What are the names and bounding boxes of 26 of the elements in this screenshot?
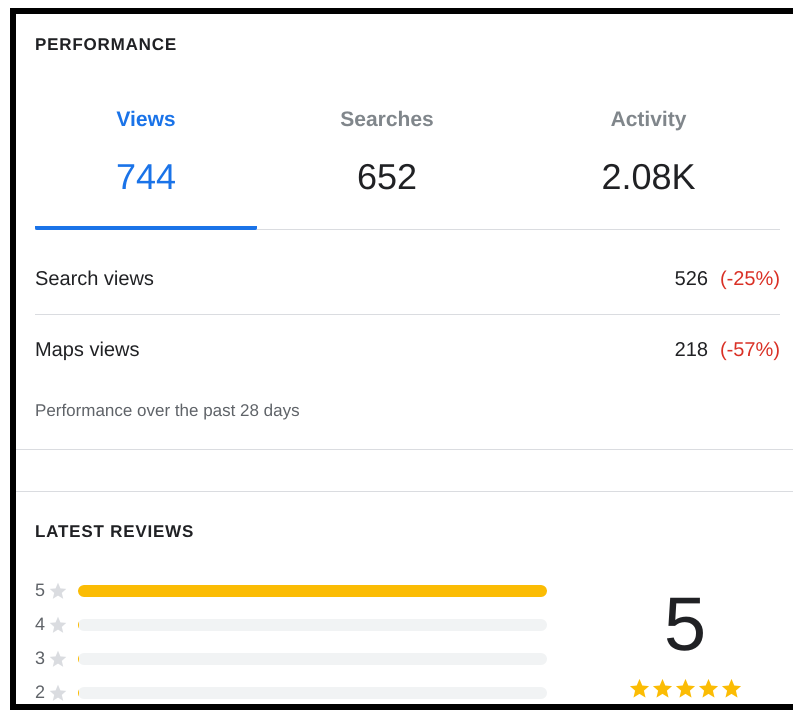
change-percent: (-57%) (720, 338, 780, 362)
rating-label: 2 (35, 682, 46, 703)
star-icon (696, 677, 720, 700)
rating-label: 4 (35, 614, 46, 635)
change-percent: (-25%) (720, 268, 780, 290)
metric-value: 526 (674, 268, 708, 290)
star-icon (650, 677, 674, 700)
star-icon (48, 580, 68, 600)
star-icon (720, 677, 742, 700)
rating-label: 3 (35, 648, 46, 669)
metric-tab[interactable]: Activity 2.08K (517, 108, 780, 230)
star-icon (628, 677, 650, 700)
star-icon (48, 648, 68, 668)
star-icon (674, 677, 696, 700)
average-rating: 5 (664, 587, 706, 663)
star-icon (48, 614, 68, 634)
section-title: PERFORMANCE (35, 34, 178, 55)
metric-value: 218 (674, 338, 708, 362)
metric-label: Maps views (35, 338, 140, 362)
metric-tab[interactable]: Views 744 (35, 108, 257, 230)
footnote: Performance over the past 28 days (35, 400, 301, 422)
star-icon (48, 682, 68, 702)
section-title: LATEST REVIEWS (35, 521, 196, 542)
metric-label: Search views (35, 268, 155, 290)
rating-label: 5 (35, 580, 46, 601)
metric-tab[interactable]: Searches 652 (257, 108, 517, 230)
